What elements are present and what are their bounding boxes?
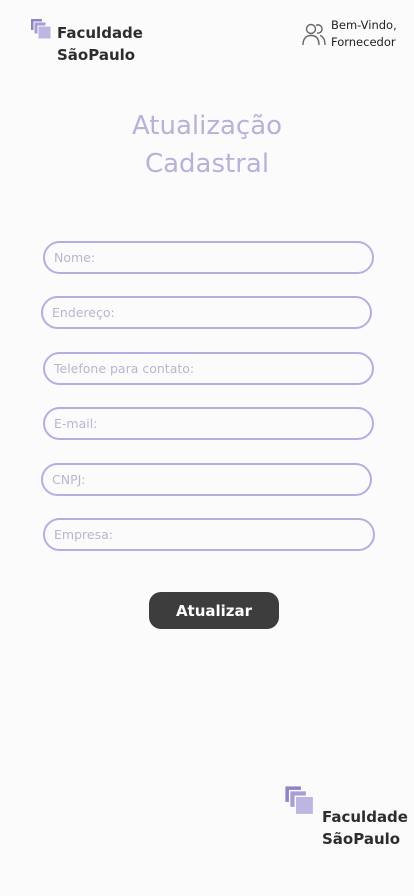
footer-brand-line1: Faculdade [322,808,408,826]
brand-line2: SãoPaulo [57,46,136,64]
name-field[interactable] [43,241,374,274]
cnpj-field[interactable] [41,463,372,496]
company-field[interactable] [43,518,375,551]
page-title-line2: Cadastral [144,149,270,179]
page-title-line1: Atualização [131,111,283,141]
page-title: Atualização Cadastral [0,107,414,183]
stacked-squares-icon [31,19,52,40]
brand-line1: Faculdade [57,24,143,42]
greeting-line2: Fornecedor [331,35,396,49]
email-field[interactable] [43,407,374,440]
phone-field[interactable] [43,352,374,385]
users-icon [302,23,326,46]
stacked-squares-icon [285,786,315,816]
update-button[interactable]: Atualizar [149,592,279,629]
address-field[interactable] [41,296,372,329]
footer-brand-line2: SãoPaulo [322,830,401,848]
greeting-line1: Bem-Vindo, [331,18,397,32]
